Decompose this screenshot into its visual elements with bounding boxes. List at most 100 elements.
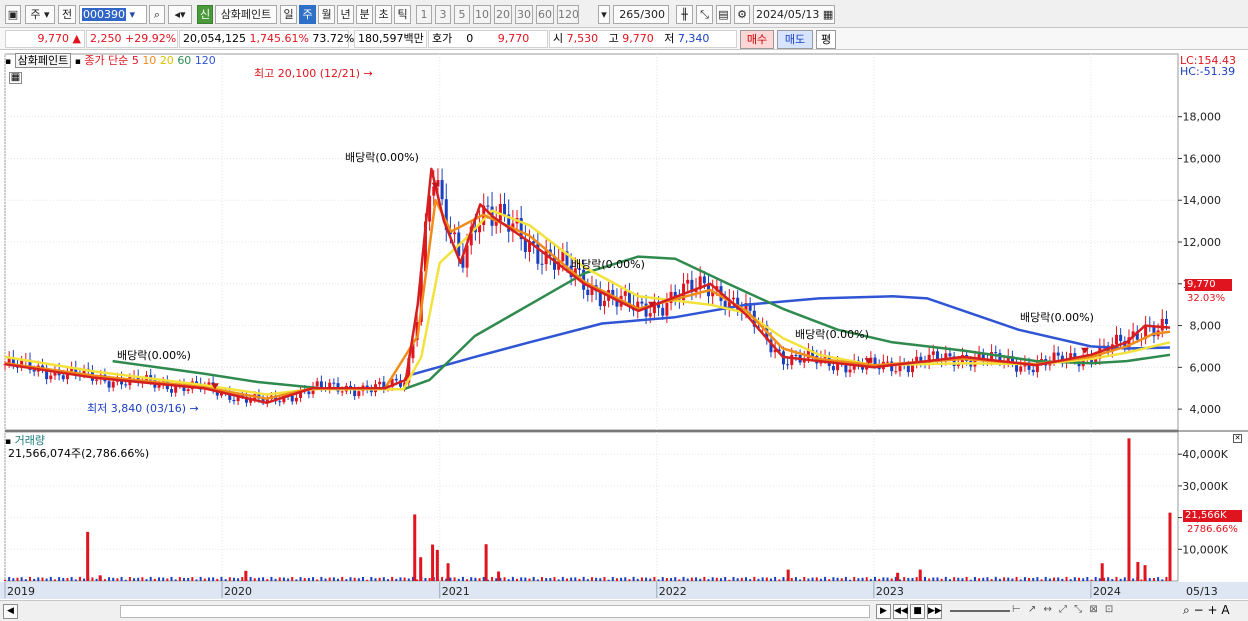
volume-bar-small [249,576,252,581]
current-volume-pct-tag: 2786.66% [1187,524,1238,535]
volume-bar-small [582,576,585,581]
volume-bar-small [220,576,223,581]
volume-bar-small [124,579,127,581]
volume-panel-frame [4,431,1179,582]
volume-bar-small [707,579,710,581]
volume-bar-small [649,578,652,581]
volume-bar-small [940,578,943,581]
volume-bar-small [953,577,956,581]
chart-menu-icon[interactable]: ▪ [5,57,11,67]
scroll-right-icon[interactable]: ▶ [876,604,891,619]
grid-table-icon[interactable]: ▦ [9,72,22,84]
volume-bar-small [636,578,639,581]
candle-body [948,353,952,357]
volume-bar-small [237,578,240,581]
volume-bar-small [1044,576,1047,581]
volume-bar-small [761,577,764,581]
candle-body [931,351,935,355]
candle-body [702,276,706,284]
stock-chart[interactable]: 4,0006,0008,00010,00012,00014,00016,0001… [0,0,1248,600]
volume-bar-small [865,577,868,581]
volume-bar-small [532,576,535,581]
volume-bar-2 [244,570,248,581]
volume-bar-small [620,577,623,581]
volume-bar-11 [896,572,900,581]
candle-body [665,303,669,316]
volume-bar-small [586,579,589,581]
volume-bar-small [145,579,148,581]
zoom-out-icon[interactable]: − [1194,603,1204,617]
candle-body [1119,334,1123,342]
x-tick-label-6: 05/13 [1186,585,1218,598]
volume-bar-small [794,577,797,581]
volume-bar-small [8,576,11,581]
volume-bar-small [520,577,523,581]
price-tick-label-0: 4,000 [1190,403,1222,416]
volume-bar-small [232,577,235,581]
volume-bar-small [994,576,997,581]
volume-bar-small [670,577,673,581]
high-annotation-text: 최고 20,100 (12/21) [254,67,361,80]
price-tick-label-2: 8,000 [1190,320,1222,333]
volume-bar-small [886,577,889,581]
scroll-left-icon[interactable]: ◀ [3,604,18,619]
volume-bar-small [657,579,660,581]
volume-bar-small [470,577,473,581]
price-tick-label-6: 16,000 [1183,152,1222,165]
volume-bar-small [840,578,843,581]
candle-body [124,384,128,386]
volume-bar-small [961,578,964,581]
candle-body [357,391,361,397]
volume-bar-small [857,578,860,581]
volume-bar-small [561,576,564,581]
volume-bar-small [749,579,752,581]
candle-body [440,180,444,200]
volume-bar-small [607,579,610,581]
scroll-thumb[interactable] [120,605,870,618]
legend-bullet-icon: ▪ [74,57,81,67]
volume-bar-small [769,578,772,581]
candle-body [332,382,336,384]
x-tick-label-0: 2019 [7,585,35,598]
volume-bar-small [312,577,315,581]
zoom-slider[interactable] [950,610,1010,612]
volume-bar-small [724,576,727,581]
volume-bar-small [774,576,777,581]
candle-body [186,389,190,392]
magnifier-icon[interactable]: ⌕ [1183,603,1190,617]
zoom-tools: ⌕ − + A [1183,603,1230,618]
candle-body [910,365,914,373]
current-pct-tag: 32.03% [1187,293,1226,304]
volume-bar-small [166,578,169,581]
volume-bar-small [874,576,877,581]
volume-bar-small [1061,578,1064,581]
zoom-in-icon[interactable]: + [1207,603,1217,617]
volume-bar-small [170,576,173,581]
price-tick-label-4: 12,000 [1183,236,1222,249]
rewind-icon[interactable]: ◀◀ [893,604,908,619]
volume-bar-small [341,576,344,581]
volume-bar-small [33,578,36,581]
drawing-tools-icon[interactable]: ⊢ ↗ ↔ ⤢ ⤡ ⊠ ⊡ [1012,604,1182,619]
volume-bar-small [386,579,389,581]
volume-bar-small [1107,577,1110,581]
candle-body [111,381,115,388]
font-icon[interactable]: A [1221,603,1229,617]
volume-bar-small [861,577,864,581]
volume-bar-small [253,578,256,581]
volume-bar-small [828,579,831,581]
volume-bar-small [328,577,331,581]
volume-bar-small [674,577,677,581]
candle-body [686,279,690,284]
candle-body [848,369,852,373]
close-panel-icon[interactable]: ✕ [1233,434,1242,443]
fast-forward-icon[interactable]: ▶▶ [927,604,942,619]
x-tick-label-1: 2020 [224,585,252,598]
volume-bar-small [1115,576,1118,581]
volume-bar-small [753,576,756,581]
volume-bar-small [137,577,140,581]
price-panel-legend: ▪ 삼화페인트 ▪ 종가 단순 5 10 20 60 120 [5,53,216,69]
volume-bar-17 [1168,512,1172,581]
stop-icon[interactable]: ■ [910,604,925,619]
price-tick-label-7: 18,000 [1183,111,1222,124]
